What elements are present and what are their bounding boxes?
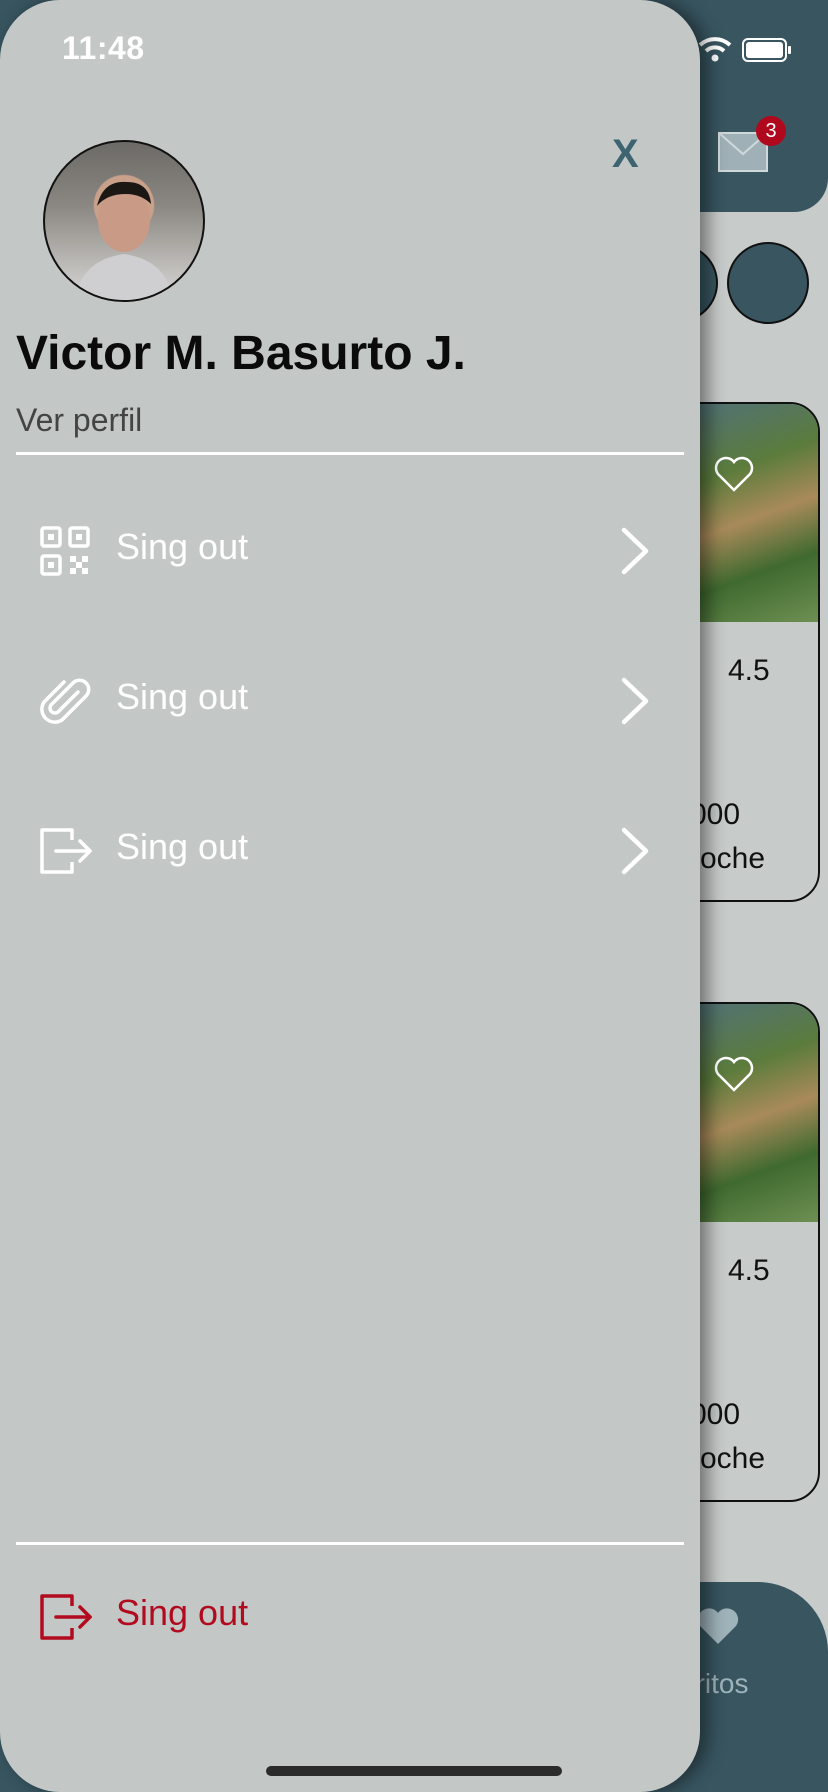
sign-out-label: Sing out [116, 1592, 249, 1633]
heart-icon[interactable] [714, 456, 754, 492]
qr-code-icon [40, 526, 90, 576]
user-name: Victor M. Basurto J. [16, 327, 466, 380]
menu-item-label: Sing out [116, 826, 249, 867]
chevron-right-icon [621, 827, 649, 875]
divider [16, 452, 684, 455]
logout-icon [40, 1594, 92, 1640]
battery-icon [742, 38, 791, 62]
chevron-right-icon [621, 677, 649, 725]
menu-item-attachment[interactable]: Sing out [0, 646, 700, 756]
status-time: 11:48 [62, 30, 145, 66]
menu-item-logout[interactable]: Sing out [0, 796, 700, 906]
menu-item-qr[interactable]: Sing out [0, 496, 700, 606]
mail-badge: 3 [756, 116, 786, 146]
listing-unit: oche [700, 842, 766, 875]
listing-rating: 4.5 [728, 1254, 770, 1287]
close-button[interactable]: X [612, 132, 639, 177]
heart-icon[interactable] [714, 1056, 754, 1092]
menu-item-label: Sing out [116, 676, 249, 717]
listing-rating: 4.5 [728, 654, 770, 687]
view-profile-link[interactable]: Ver perfil [16, 402, 142, 439]
favorites-heart-icon[interactable] [696, 1606, 740, 1646]
sign-out-button[interactable]: Sing out [0, 1562, 700, 1662]
chevron-right-icon [621, 527, 649, 575]
paperclip-icon [40, 678, 91, 724]
logout-icon [40, 828, 92, 874]
wifi-icon [698, 37, 732, 62]
divider [16, 1542, 684, 1545]
listing-unit: oche [700, 1442, 766, 1475]
category-circle[interactable] [727, 242, 809, 324]
side-drawer: 11:48 X Victor M. Basurto J. Ver perfil … [0, 0, 700, 1792]
home-indicator[interactable] [266, 1766, 562, 1776]
menu-item-label: Sing out [116, 526, 249, 567]
avatar[interactable] [43, 140, 205, 302]
